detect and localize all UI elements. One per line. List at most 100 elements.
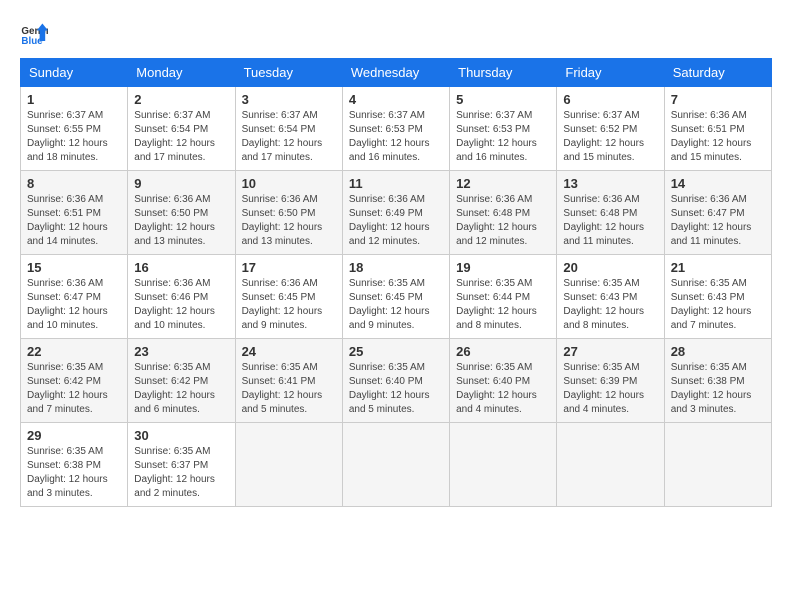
calendar-cell: 6 Sunrise: 6:37 AM Sunset: 6:52 PM Dayli… <box>557 87 664 171</box>
day-info: Sunrise: 6:37 AM Sunset: 6:54 PM Dayligh… <box>134 109 228 165</box>
day-number: 5 <box>456 92 550 107</box>
calendar-cell <box>557 423 664 507</box>
day-info: Sunrise: 6:37 AM Sunset: 6:55 PM Dayligh… <box>27 109 121 165</box>
day-info: Sunrise: 6:36 AM Sunset: 6:50 PM Dayligh… <box>242 193 336 249</box>
day-number: 1 <box>27 92 121 107</box>
calendar-cell: 17 Sunrise: 6:36 AM Sunset: 6:45 PM Dayl… <box>235 255 342 339</box>
calendar-cell: 20 Sunrise: 6:35 AM Sunset: 6:43 PM Dayl… <box>557 255 664 339</box>
day-number: 27 <box>563 344 657 359</box>
calendar-header-monday: Monday <box>128 59 235 87</box>
day-number: 14 <box>671 176 765 191</box>
calendar-header-friday: Friday <box>557 59 664 87</box>
calendar-cell: 11 Sunrise: 6:36 AM Sunset: 6:49 PM Dayl… <box>342 171 449 255</box>
calendar-cell: 7 Sunrise: 6:36 AM Sunset: 6:51 PM Dayli… <box>664 87 771 171</box>
logo-icon: General Blue <box>20 20 48 48</box>
day-number: 3 <box>242 92 336 107</box>
day-number: 26 <box>456 344 550 359</box>
calendar-cell: 24 Sunrise: 6:35 AM Sunset: 6:41 PM Dayl… <box>235 339 342 423</box>
page-header: General Blue <box>20 20 772 48</box>
day-number: 10 <box>242 176 336 191</box>
day-info: Sunrise: 6:35 AM Sunset: 6:38 PM Dayligh… <box>27 445 121 501</box>
day-info: Sunrise: 6:35 AM Sunset: 6:41 PM Dayligh… <box>242 361 336 417</box>
day-number: 20 <box>563 260 657 275</box>
day-number: 6 <box>563 92 657 107</box>
day-number: 17 <box>242 260 336 275</box>
calendar-cell: 9 Sunrise: 6:36 AM Sunset: 6:50 PM Dayli… <box>128 171 235 255</box>
day-info: Sunrise: 6:35 AM Sunset: 6:42 PM Dayligh… <box>27 361 121 417</box>
calendar-table: SundayMondayTuesdayWednesdayThursdayFrid… <box>20 58 772 507</box>
day-info: Sunrise: 6:35 AM Sunset: 6:37 PM Dayligh… <box>134 445 228 501</box>
calendar-cell: 4 Sunrise: 6:37 AM Sunset: 6:53 PM Dayli… <box>342 87 449 171</box>
day-number: 8 <box>27 176 121 191</box>
calendar-cell: 28 Sunrise: 6:35 AM Sunset: 6:38 PM Dayl… <box>664 339 771 423</box>
calendar-cell: 16 Sunrise: 6:36 AM Sunset: 6:46 PM Dayl… <box>128 255 235 339</box>
calendar-cell: 2 Sunrise: 6:37 AM Sunset: 6:54 PM Dayli… <box>128 87 235 171</box>
calendar-header-tuesday: Tuesday <box>235 59 342 87</box>
day-info: Sunrise: 6:35 AM Sunset: 6:43 PM Dayligh… <box>563 277 657 333</box>
calendar-cell: 26 Sunrise: 6:35 AM Sunset: 6:40 PM Dayl… <box>450 339 557 423</box>
day-info: Sunrise: 6:36 AM Sunset: 6:50 PM Dayligh… <box>134 193 228 249</box>
day-info: Sunrise: 6:35 AM Sunset: 6:40 PM Dayligh… <box>349 361 443 417</box>
day-number: 19 <box>456 260 550 275</box>
calendar-cell <box>664 423 771 507</box>
day-info: Sunrise: 6:36 AM Sunset: 6:51 PM Dayligh… <box>27 193 121 249</box>
calendar-header-wednesday: Wednesday <box>342 59 449 87</box>
day-info: Sunrise: 6:37 AM Sunset: 6:52 PM Dayligh… <box>563 109 657 165</box>
calendar-cell: 18 Sunrise: 6:35 AM Sunset: 6:45 PM Dayl… <box>342 255 449 339</box>
calendar-cell: 12 Sunrise: 6:36 AM Sunset: 6:48 PM Dayl… <box>450 171 557 255</box>
calendar-cell: 8 Sunrise: 6:36 AM Sunset: 6:51 PM Dayli… <box>21 171 128 255</box>
logo: General Blue <box>20 20 52 48</box>
calendar-cell: 1 Sunrise: 6:37 AM Sunset: 6:55 PM Dayli… <box>21 87 128 171</box>
day-number: 22 <box>27 344 121 359</box>
day-number: 2 <box>134 92 228 107</box>
day-info: Sunrise: 6:35 AM Sunset: 6:39 PM Dayligh… <box>563 361 657 417</box>
day-info: Sunrise: 6:36 AM Sunset: 6:47 PM Dayligh… <box>27 277 121 333</box>
day-info: Sunrise: 6:35 AM Sunset: 6:38 PM Dayligh… <box>671 361 765 417</box>
day-number: 18 <box>349 260 443 275</box>
calendar-header-thursday: Thursday <box>450 59 557 87</box>
calendar-cell: 19 Sunrise: 6:35 AM Sunset: 6:44 PM Dayl… <box>450 255 557 339</box>
day-number: 23 <box>134 344 228 359</box>
calendar-cell <box>450 423 557 507</box>
calendar-cell: 21 Sunrise: 6:35 AM Sunset: 6:43 PM Dayl… <box>664 255 771 339</box>
day-info: Sunrise: 6:36 AM Sunset: 6:47 PM Dayligh… <box>671 193 765 249</box>
day-info: Sunrise: 6:37 AM Sunset: 6:53 PM Dayligh… <box>349 109 443 165</box>
calendar-cell: 29 Sunrise: 6:35 AM Sunset: 6:38 PM Dayl… <box>21 423 128 507</box>
calendar-cell: 5 Sunrise: 6:37 AM Sunset: 6:53 PM Dayli… <box>450 87 557 171</box>
calendar-cell: 25 Sunrise: 6:35 AM Sunset: 6:40 PM Dayl… <box>342 339 449 423</box>
calendar-cell: 22 Sunrise: 6:35 AM Sunset: 6:42 PM Dayl… <box>21 339 128 423</box>
day-number: 24 <box>242 344 336 359</box>
calendar-cell <box>342 423 449 507</box>
day-info: Sunrise: 6:36 AM Sunset: 6:46 PM Dayligh… <box>134 277 228 333</box>
day-info: Sunrise: 6:36 AM Sunset: 6:45 PM Dayligh… <box>242 277 336 333</box>
day-number: 11 <box>349 176 443 191</box>
day-info: Sunrise: 6:36 AM Sunset: 6:48 PM Dayligh… <box>563 193 657 249</box>
calendar-cell: 3 Sunrise: 6:37 AM Sunset: 6:54 PM Dayli… <box>235 87 342 171</box>
day-number: 15 <box>27 260 121 275</box>
calendar-cell <box>235 423 342 507</box>
day-number: 4 <box>349 92 443 107</box>
day-number: 25 <box>349 344 443 359</box>
day-info: Sunrise: 6:35 AM Sunset: 6:45 PM Dayligh… <box>349 277 443 333</box>
calendar-cell: 14 Sunrise: 6:36 AM Sunset: 6:47 PM Dayl… <box>664 171 771 255</box>
day-info: Sunrise: 6:35 AM Sunset: 6:44 PM Dayligh… <box>456 277 550 333</box>
day-info: Sunrise: 6:35 AM Sunset: 6:43 PM Dayligh… <box>671 277 765 333</box>
calendar-header-saturday: Saturday <box>664 59 771 87</box>
calendar-cell: 30 Sunrise: 6:35 AM Sunset: 6:37 PM Dayl… <box>128 423 235 507</box>
day-number: 21 <box>671 260 765 275</box>
day-number: 13 <box>563 176 657 191</box>
day-number: 12 <box>456 176 550 191</box>
day-number: 7 <box>671 92 765 107</box>
calendar-cell: 23 Sunrise: 6:35 AM Sunset: 6:42 PM Dayl… <box>128 339 235 423</box>
day-info: Sunrise: 6:36 AM Sunset: 6:48 PM Dayligh… <box>456 193 550 249</box>
day-info: Sunrise: 6:36 AM Sunset: 6:49 PM Dayligh… <box>349 193 443 249</box>
calendar-cell: 13 Sunrise: 6:36 AM Sunset: 6:48 PM Dayl… <box>557 171 664 255</box>
day-info: Sunrise: 6:37 AM Sunset: 6:53 PM Dayligh… <box>456 109 550 165</box>
day-info: Sunrise: 6:36 AM Sunset: 6:51 PM Dayligh… <box>671 109 765 165</box>
calendar-cell: 27 Sunrise: 6:35 AM Sunset: 6:39 PM Dayl… <box>557 339 664 423</box>
day-number: 30 <box>134 428 228 443</box>
day-number: 29 <box>27 428 121 443</box>
day-info: Sunrise: 6:37 AM Sunset: 6:54 PM Dayligh… <box>242 109 336 165</box>
day-number: 28 <box>671 344 765 359</box>
calendar-cell: 15 Sunrise: 6:36 AM Sunset: 6:47 PM Dayl… <box>21 255 128 339</box>
